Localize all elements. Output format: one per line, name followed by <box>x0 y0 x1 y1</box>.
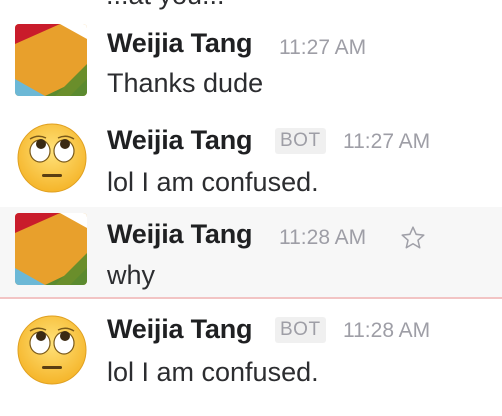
message-timestamp[interactable]: 11:28 AM <box>343 319 430 343</box>
slack-logo-icon <box>15 213 87 285</box>
message-timestamp[interactable]: 11:28 AM <box>279 226 366 250</box>
message-body: lol I am confused. <box>107 357 319 387</box>
message-item[interactable]: Weijia Tang 11:28 AM why <box>0 207 502 297</box>
message-author[interactable]: Weijia Tang <box>107 219 253 250</box>
star-icon[interactable] <box>400 225 426 251</box>
bot-badge: BOT <box>275 128 326 154</box>
eye-roll-emoji-icon <box>17 123 87 193</box>
bot-badge: BOT <box>275 317 326 343</box>
message-item[interactable]: Weijia Tang BOT 11:28 AM lol I am confus… <box>0 299 502 416</box>
slack-logo-avatar[interactable] <box>15 213 87 285</box>
message-author[interactable]: Weijia Tang <box>107 314 253 345</box>
message-body: lol I am confused. <box>107 167 319 197</box>
message-timestamp[interactable]: 11:27 AM <box>343 130 430 154</box>
slack-logo-avatar[interactable] <box>15 24 87 96</box>
message-item[interactable]: Weijia Tang 11:27 AM Thanks dude <box>0 0 502 110</box>
slack-logo-icon <box>15 24 87 96</box>
message-body: why <box>107 260 156 290</box>
message-author[interactable]: Weijia Tang <box>107 125 253 156</box>
message-timestamp[interactable]: 11:27 AM <box>279 36 366 60</box>
eye-roll-emoji-avatar[interactable] <box>16 314 88 386</box>
eye-roll-emoji-avatar[interactable] <box>16 122 88 194</box>
message-body: Thanks dude <box>107 68 264 98</box>
eye-roll-emoji-icon <box>17 315 87 385</box>
message-item[interactable]: Weijia Tang BOT 11:27 AM lol I am confus… <box>0 110 502 205</box>
message-author[interactable]: Weijia Tang <box>107 28 253 59</box>
